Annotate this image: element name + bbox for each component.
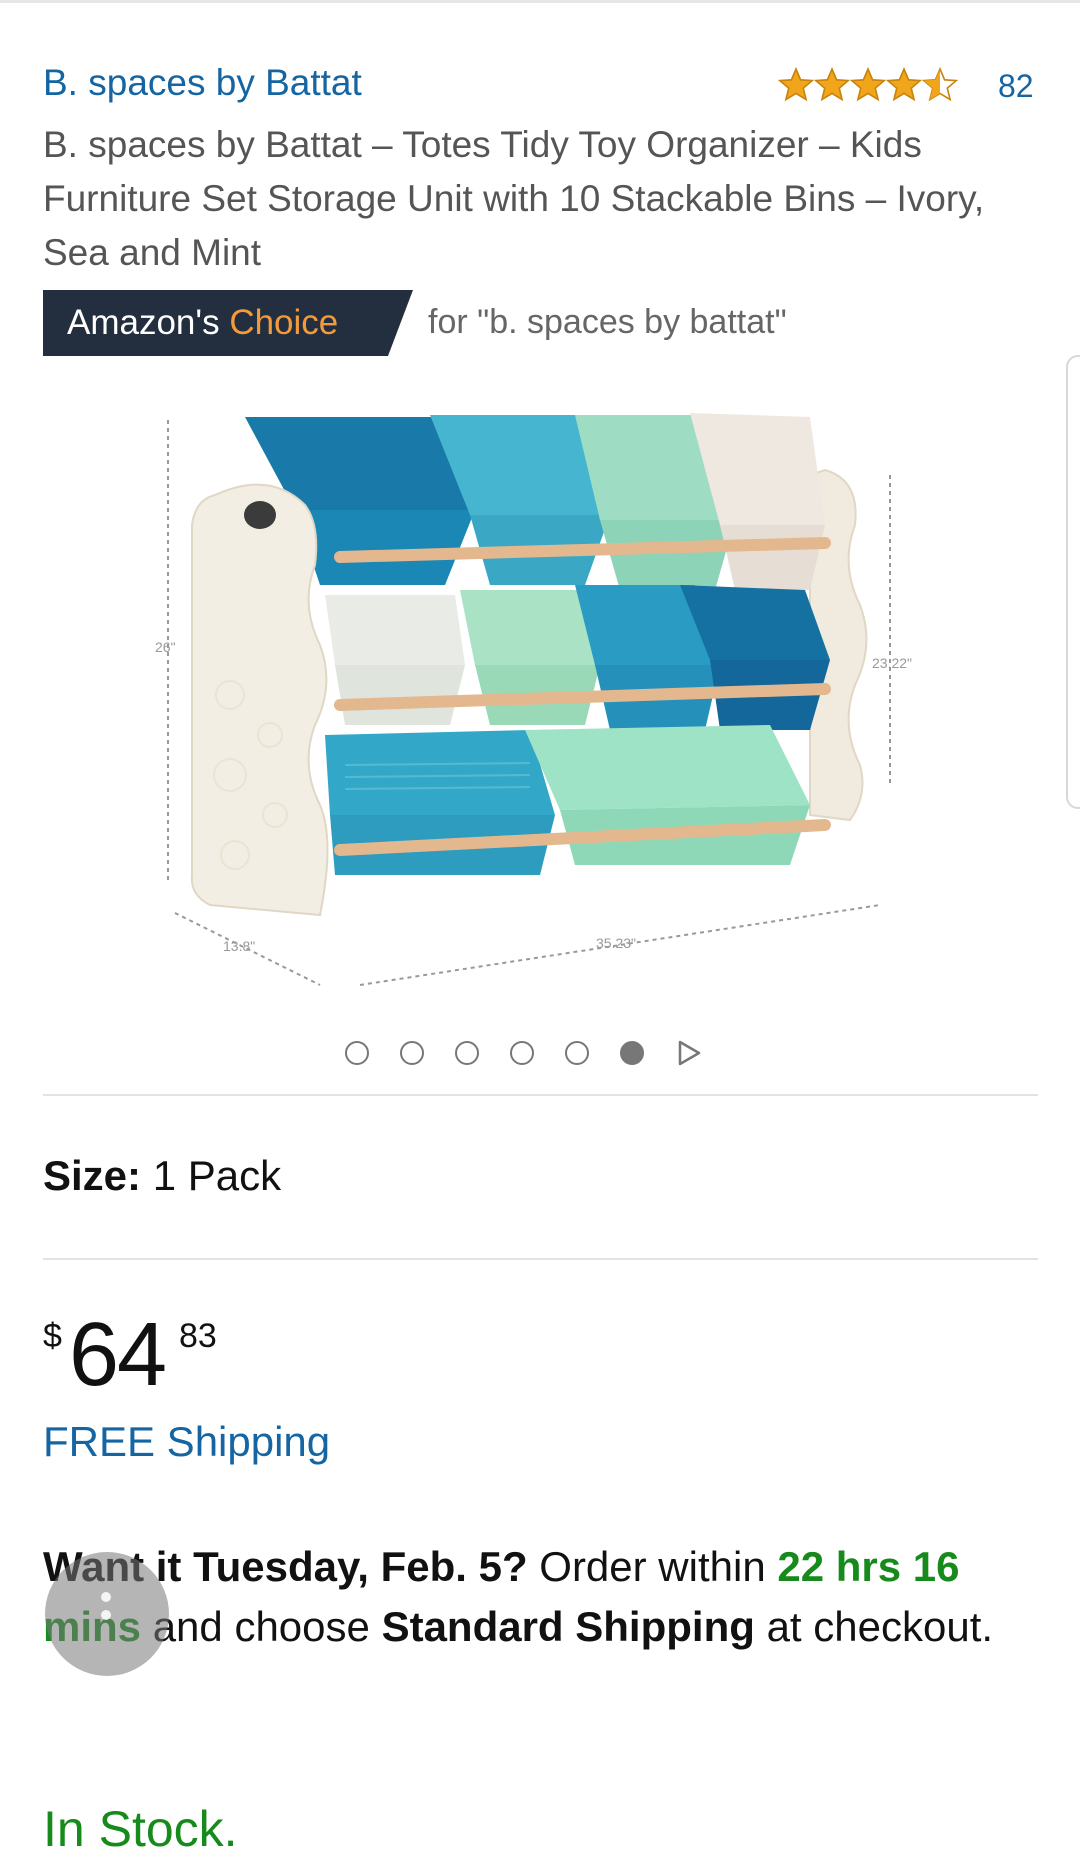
carousel-dot[interactable]	[345, 1041, 369, 1065]
assistive-touch-button[interactable]	[45, 1552, 169, 1676]
delivery-order-within: Order within	[539, 1543, 766, 1590]
carousel-dot[interactable]	[400, 1041, 424, 1065]
badge-query: for "b. spaces by battat"	[428, 303, 787, 341]
delivery-message: Want it Tuesday, Feb. 5? Order within 22…	[43, 1537, 1043, 1657]
carousel-dot[interactable]	[455, 1041, 479, 1065]
divider	[43, 1094, 1038, 1096]
dim-width: 35.23"	[596, 935, 636, 951]
assist-dot	[101, 1610, 111, 1620]
size-label: Size:	[43, 1152, 142, 1199]
brand-row: B. spaces by Battat 82	[43, 62, 1038, 112]
price-currency: $	[43, 1317, 62, 1355]
price-whole: 64	[69, 1305, 167, 1405]
assist-dot	[101, 1592, 111, 1602]
size-selector[interactable]: Size: 1 Pack	[43, 1152, 281, 1200]
delivery-method: Standard Shipping	[381, 1603, 755, 1650]
dim-depth: 13.8"	[223, 938, 255, 954]
delivery-tail: at checkout.	[766, 1603, 994, 1650]
price-fraction: 83	[179, 1317, 217, 1355]
star-icons	[778, 68, 958, 101]
star-rating[interactable]	[778, 66, 958, 106]
toy-organizer-image: 26" 23.22" 13.8" 35.23"	[155, 413, 912, 986]
brand-link[interactable]: B. spaces by Battat	[43, 62, 362, 104]
product-title: B. spaces by Battat – Totes Tidy Toy Org…	[43, 124, 985, 273]
product-image[interactable]: 26" 23.22" 13.8" 35.23"	[120, 395, 960, 1010]
amazons-choice-badge: Amazon's Choice	[43, 290, 413, 356]
dim-height-right: 23.22"	[872, 655, 912, 671]
scroll-handle[interactable]	[1066, 355, 1080, 809]
top-divider	[0, 0, 1080, 3]
rating-count-link[interactable]: 82	[998, 68, 1034, 105]
free-shipping-link[interactable]: FREE Shipping	[43, 1418, 330, 1466]
stock-status: In Stock.	[43, 1801, 238, 1857]
delivery-and-choose: and choose	[152, 1603, 370, 1650]
carousel-dot[interactable]	[510, 1041, 534, 1065]
dim-height-left: 26"	[155, 639, 176, 655]
size-value: 1 Pack	[152, 1152, 282, 1199]
badge-label-prefix: Amazon's	[67, 303, 220, 342]
badge-label: Amazon's Choice	[67, 303, 338, 343]
divider	[43, 1258, 1038, 1260]
carousel-dot-active[interactable]	[620, 1041, 644, 1065]
play-arrow-icon[interactable]	[675, 1039, 703, 1067]
carousel-dot[interactable]	[565, 1041, 589, 1065]
badge-label-suffix: Choice	[229, 303, 339, 342]
image-carousel-dots	[345, 1038, 703, 1068]
